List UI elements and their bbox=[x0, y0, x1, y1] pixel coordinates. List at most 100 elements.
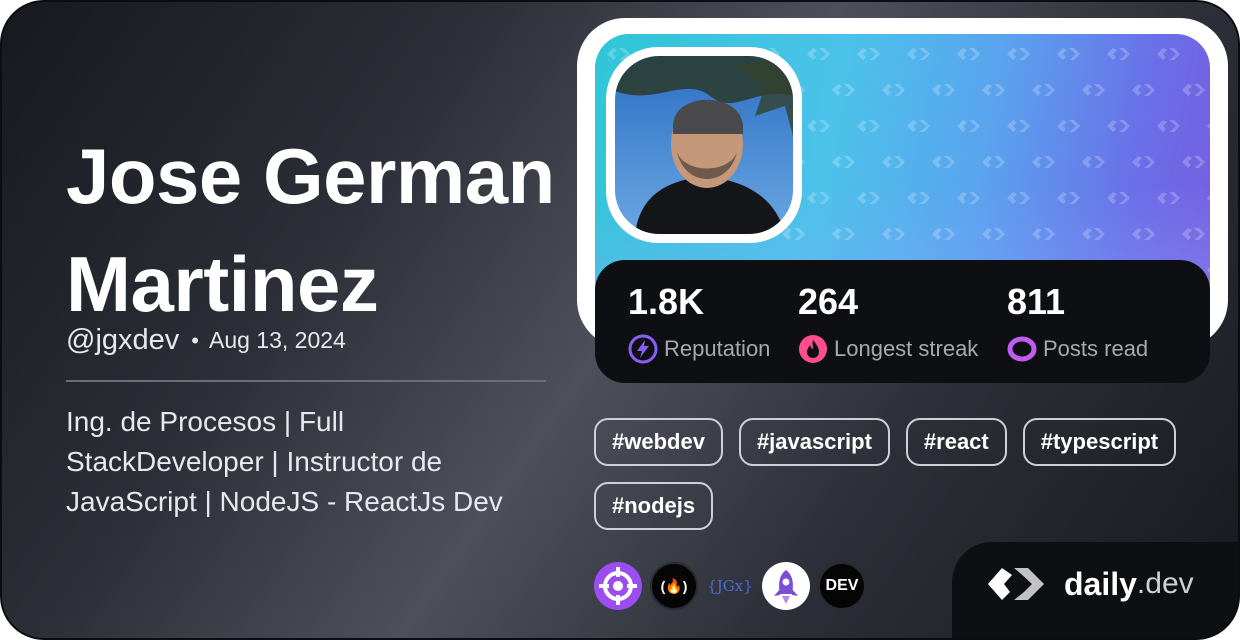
stat-reputation-label-row: Reputation bbox=[628, 334, 770, 364]
stat-streak-label-row: Longest streak bbox=[798, 334, 978, 364]
cover-pattern-glyph bbox=[857, 48, 880, 60]
cover-pattern-glyph bbox=[1007, 48, 1030, 60]
cover-pattern-glyph bbox=[957, 48, 980, 60]
cover-pattern-glyph bbox=[882, 156, 905, 168]
cover-pattern-glyph bbox=[1057, 192, 1080, 204]
cover-pattern-glyph bbox=[1032, 156, 1055, 168]
squad-rocket[interactable] bbox=[762, 562, 810, 610]
cover-pattern-glyph bbox=[1207, 195, 1210, 201]
tag-webdev[interactable]: #webdev bbox=[594, 418, 723, 466]
squad-target[interactable] bbox=[594, 562, 642, 610]
cover-pattern-glyph bbox=[1007, 192, 1030, 204]
cover-pattern-glyph bbox=[1157, 120, 1180, 132]
stats-panel: 1.8K Reputation 264 Longest streak 811 P… bbox=[595, 260, 1210, 383]
avatar[interactable] bbox=[615, 56, 793, 234]
rocket-icon bbox=[774, 570, 798, 604]
cover-pattern-glyph bbox=[882, 228, 905, 240]
cover-pattern-glyph bbox=[882, 84, 905, 96]
cover-pattern-glyph bbox=[1057, 48, 1080, 60]
cover-pattern-glyph bbox=[807, 120, 830, 132]
tag-javascript[interactable]: #javascript bbox=[738, 418, 890, 466]
target-icon bbox=[599, 567, 637, 605]
cover-pattern-glyph bbox=[807, 192, 830, 204]
brand-tld: .dev bbox=[1136, 567, 1194, 600]
cover-pattern-glyph bbox=[1107, 192, 1130, 204]
cover-pattern-glyph bbox=[932, 228, 955, 240]
tag-nodejs[interactable]: #nodejs bbox=[594, 482, 714, 530]
profile-bio: Ing. de Procesos | Full StackDeveloper |… bbox=[66, 406, 503, 517]
tags-list: #webdev #javascript #react #typescript #… bbox=[594, 418, 1214, 530]
cover-pattern-glyph bbox=[907, 192, 930, 204]
cover-pattern-glyph bbox=[957, 192, 980, 204]
cover-pattern-glyph bbox=[1207, 123, 1210, 129]
cover-pattern-glyph bbox=[932, 156, 955, 168]
cover-pattern-glyph bbox=[1132, 84, 1155, 96]
cover-pattern-glyph bbox=[1207, 267, 1210, 273]
freecodecamp-icon: (🔥) bbox=[660, 577, 688, 594]
cover-pattern-glyph bbox=[1157, 192, 1180, 204]
cover-pattern-glyph bbox=[982, 156, 1005, 168]
stat-reputation: 1.8K Reputation bbox=[628, 280, 770, 364]
avatar-photo bbox=[615, 56, 793, 234]
squad-jgx[interactable]: {JGx} bbox=[706, 562, 754, 610]
stat-reputation-label: Reputation bbox=[664, 336, 771, 361]
brand-word: daily bbox=[1064, 565, 1137, 602]
cover-pattern-glyph bbox=[907, 48, 930, 60]
squads-list: (🔥) {JGx} DEV bbox=[594, 562, 866, 610]
reputation-bolt-icon bbox=[628, 334, 658, 364]
profile-name: Jose German Martinez bbox=[66, 132, 555, 328]
cover-pattern-glyph bbox=[1182, 156, 1205, 168]
cover-pattern-glyph bbox=[1082, 84, 1105, 96]
stat-posts-read-label-row: Posts read bbox=[1007, 334, 1148, 364]
squad-freecodecamp[interactable]: (🔥) bbox=[650, 562, 698, 610]
stat-streak-value: 264 bbox=[798, 281, 859, 322]
stat-streak: 264 Longest streak bbox=[798, 280, 978, 364]
profile-card: Jose German Martinez @jgxdev • Aug 13, 2… bbox=[0, 0, 1240, 640]
profile-join-date: Aug 13, 2024 bbox=[208, 327, 346, 353]
tag-typescript[interactable]: #typescript bbox=[1022, 418, 1177, 466]
posts-read-ring-icon bbox=[1007, 336, 1037, 362]
stat-reputation-value: 1.8K bbox=[628, 281, 705, 322]
cover-pattern-glyph bbox=[807, 48, 830, 60]
cover-pattern-glyph bbox=[832, 228, 855, 240]
cover-pattern-glyph bbox=[857, 120, 880, 132]
cover-pattern-glyph bbox=[1032, 228, 1055, 240]
cover-pattern-glyph bbox=[1057, 120, 1080, 132]
meta-separator: • bbox=[191, 327, 199, 353]
cover-pattern-glyph bbox=[982, 228, 1005, 240]
brand-panel: daily .dev bbox=[952, 542, 1238, 638]
jgx-logo-icon: {JGx} bbox=[707, 577, 753, 595]
stat-posts-read-value: 811 bbox=[1007, 281, 1066, 322]
cover-pattern-glyph bbox=[832, 156, 855, 168]
cover-pattern-glyph bbox=[1107, 48, 1130, 60]
cover-pattern-glyph bbox=[1132, 156, 1155, 168]
squad-dev[interactable]: DEV bbox=[818, 562, 866, 610]
streak-flame-icon bbox=[799, 335, 827, 363]
cover-pattern-glyph bbox=[1082, 156, 1105, 168]
cover-pattern-glyph bbox=[982, 84, 1005, 96]
cover-pattern-glyph bbox=[1132, 228, 1155, 240]
stat-streak-label: Longest streak bbox=[834, 336, 979, 361]
cover-pattern-glyph bbox=[957, 120, 980, 132]
daily-dev-logo[interactable]: daily .dev bbox=[984, 564, 1194, 604]
cover-pattern-glyph bbox=[1157, 48, 1180, 60]
dev-logo-icon: DEV bbox=[825, 577, 859, 594]
daily-dev-mark-icon bbox=[988, 568, 1044, 600]
cover-pattern-glyph bbox=[1207, 51, 1210, 57]
cover-pattern-glyph bbox=[1032, 84, 1055, 96]
cover-pattern-glyph bbox=[782, 228, 805, 240]
cover-pattern-glyph bbox=[857, 192, 880, 204]
cover-pattern-glyph bbox=[1182, 228, 1205, 240]
cover-pattern-glyph bbox=[932, 84, 955, 96]
cover-pattern-glyph bbox=[1182, 84, 1205, 96]
cover-pattern-glyph bbox=[1107, 120, 1130, 132]
stat-posts-read-label: Posts read bbox=[1043, 336, 1149, 361]
cover-pattern-glyph bbox=[1082, 228, 1105, 240]
stat-posts-read: 811 Posts read bbox=[1007, 280, 1148, 364]
profile-handle: @jgxdev bbox=[66, 324, 180, 356]
profile-meta: @jgxdev • Aug 13, 2024 bbox=[66, 324, 346, 357]
tag-react[interactable]: #react bbox=[905, 418, 1007, 466]
divider bbox=[66, 380, 546, 382]
cover-pattern-glyph bbox=[907, 120, 930, 132]
cover-pattern-glyph bbox=[1007, 120, 1030, 132]
